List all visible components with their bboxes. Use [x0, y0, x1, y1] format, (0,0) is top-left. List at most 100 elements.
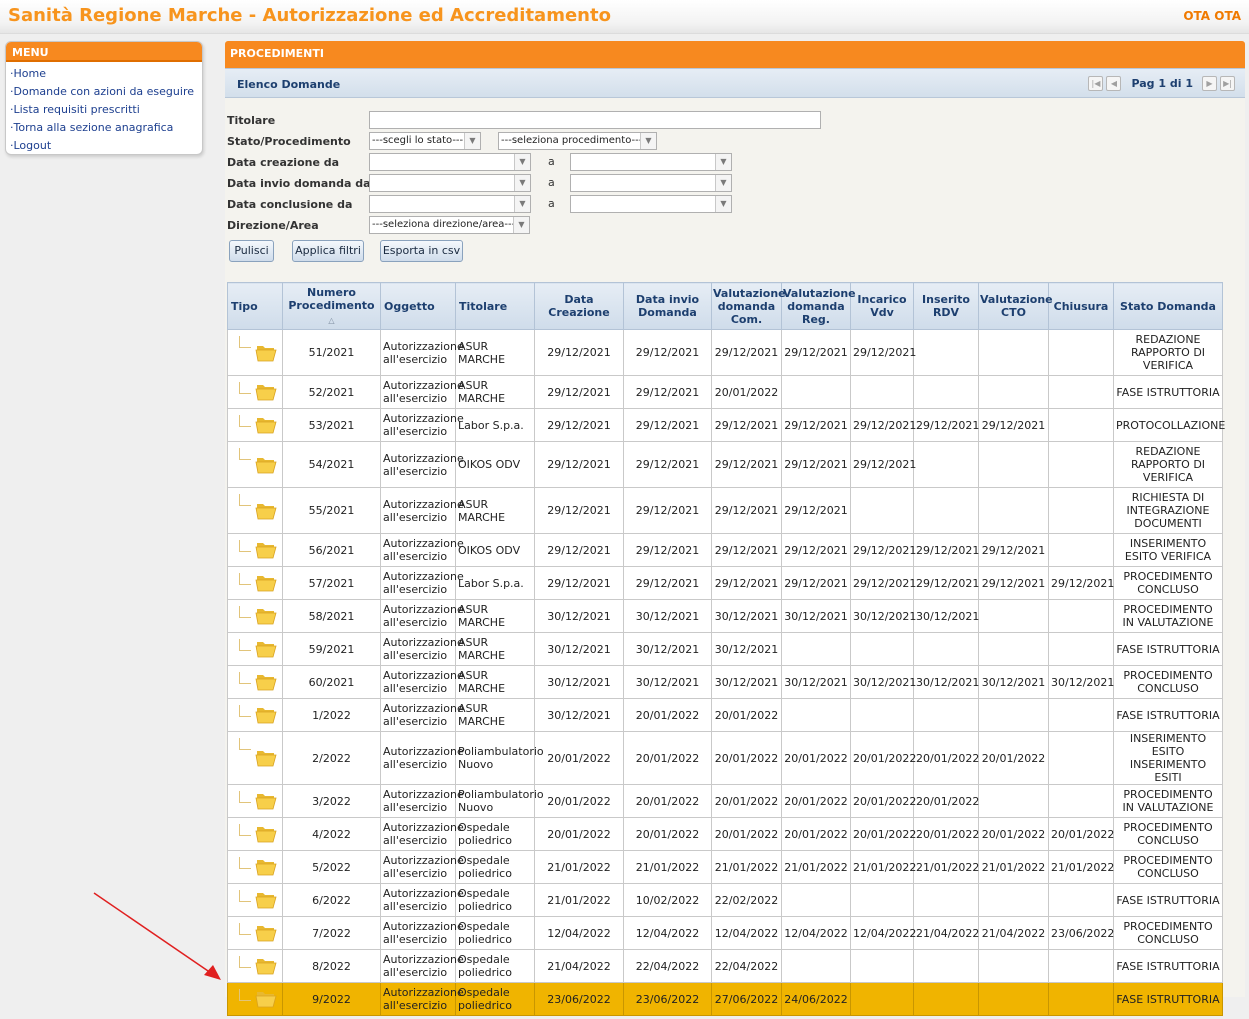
folder-icon[interactable]: [255, 747, 277, 767]
col-header-tipo[interactable]: Tipo: [227, 282, 283, 330]
next-page-icon[interactable]: ▶: [1202, 76, 1217, 91]
folder-icon[interactable]: [255, 539, 277, 559]
menu-item-domande[interactable]: ·Domande con azioni da eseguire: [10, 83, 202, 101]
cell-tipo[interactable]: [227, 784, 283, 818]
menu-item-home[interactable]: ·Home: [10, 65, 202, 83]
cell-tipo[interactable]: [227, 632, 283, 666]
table-row[interactable]: 54/2021 Autorizzazione all'esercizio OIKOS…: [227, 441, 1223, 488]
menu-item-anagrafica[interactable]: ·Torna alla sezione anagrafica: [10, 119, 202, 137]
col-header-val-com[interactable]: Valutazione domanda Com.: [711, 282, 786, 330]
menu-item-logout[interactable]: ·Logout: [10, 137, 202, 155]
table-row[interactable]: 53/2021 Autorizzazione all'esercizio Labor…: [227, 408, 1225, 442]
procedimento-select[interactable]: ---seleziona procedimento--- ▼: [498, 132, 657, 150]
direzione-select[interactable]: ---seleziona direzione/area--- ▼: [369, 216, 530, 234]
col-header-val-reg[interactable]: Valutazione domanda Reg.: [781, 282, 856, 330]
folder-icon[interactable]: [255, 638, 277, 658]
table-row[interactable]: 5/2022 Autorizzazione all'esercizio Ospeda…: [227, 850, 1223, 884]
table-row[interactable]: 57/2021 Autorizzazione all'esercizio Labor…: [227, 566, 1223, 600]
cell-tipo[interactable]: [227, 850, 283, 884]
folder-icon[interactable]: [255, 671, 277, 691]
table-row[interactable]: 59/2021 Autorizzazione all'esercizio ASUR …: [227, 632, 1223, 666]
conclusione-from-select[interactable]: ▼: [369, 195, 531, 213]
folder-icon[interactable]: [255, 922, 277, 942]
folder-icon[interactable]: [255, 414, 277, 434]
cell-tipo[interactable]: [227, 698, 283, 732]
folder-icon[interactable]: [255, 790, 277, 810]
table-row[interactable]: 9/2022 Autorizzazione all'esercizio Ospeda…: [227, 982, 1223, 1016]
col-header-titolare[interactable]: Titolare: [455, 282, 535, 330]
invio-to-select[interactable]: ▼: [570, 174, 732, 192]
table-row[interactable]: 3/2022 Autorizzazione all'esercizio Poliam…: [227, 784, 1223, 818]
table-row[interactable]: 7/2022 Autorizzazione all'esercizio Ospeda…: [227, 916, 1223, 950]
last-page-icon[interactable]: ▶|: [1220, 76, 1235, 91]
col-header-oggetto[interactable]: Oggetto: [380, 282, 456, 330]
table-row[interactable]: 51/2021 Autorizzazione all'esercizio ASUR …: [227, 329, 1223, 376]
folder-icon[interactable]: [255, 342, 277, 362]
cell-tipo[interactable]: [227, 916, 283, 950]
col-header-data-creazione[interactable]: Data Creazione: [534, 282, 624, 330]
menu-item-requisiti[interactable]: ·Lista requisiti prescritti: [10, 101, 202, 119]
folder-icon[interactable]: [255, 889, 277, 909]
folder-icon[interactable]: [255, 572, 277, 592]
folder-icon[interactable]: [255, 605, 277, 625]
table-row[interactable]: 60/2021 Autorizzazione all'esercizio ASUR …: [227, 665, 1223, 699]
menu-link-requisiti[interactable]: Lista requisiti prescritti: [14, 103, 140, 116]
table-row[interactable]: 56/2021 Autorizzazione all'esercizio OIKOS…: [227, 533, 1223, 567]
folder-icon[interactable]: [255, 454, 277, 474]
table-row[interactable]: 2/2022 Autorizzazione all'esercizio Poliam…: [227, 731, 1223, 785]
table-row[interactable]: 4/2022 Autorizzazione all'esercizio Ospeda…: [227, 817, 1223, 851]
folder-icon[interactable]: [255, 500, 277, 520]
menu-link-anagrafica[interactable]: Torna alla sezione anagrafica: [14, 121, 174, 134]
table-row[interactable]: 1/2022 Autorizzazione all'esercizio ASUR M…: [227, 698, 1223, 732]
table-row[interactable]: 6/2022 Autorizzazione all'esercizio Ospeda…: [227, 883, 1223, 917]
applica-filtri-button[interactable]: Applica filtri: [292, 240, 364, 262]
invio-from-select[interactable]: ▼: [369, 174, 531, 192]
cell-tipo[interactable]: [227, 329, 283, 376]
cell-tipo[interactable]: [227, 599, 283, 633]
col-header-rdv[interactable]: Inserito RDV: [913, 282, 979, 330]
cell-tipo[interactable]: [227, 665, 283, 699]
cell-tipo[interactable]: [227, 566, 283, 600]
menu-link-home[interactable]: Home: [14, 67, 46, 80]
col-header-incarico[interactable]: Incarico Vdv: [850, 282, 914, 330]
cell-tipo[interactable]: [227, 441, 283, 488]
titolare-input[interactable]: [369, 111, 821, 129]
menu-link-logout[interactable]: Logout: [14, 139, 52, 152]
folder-icon[interactable]: [255, 823, 277, 843]
table-row[interactable]: 55/2021 Autorizzazione all'esercizio ASUR …: [227, 487, 1223, 534]
folder-icon[interactable]: [255, 704, 277, 724]
cell-tipo[interactable]: [227, 408, 283, 442]
esporta-csv-button[interactable]: Esporta in csv: [380, 240, 463, 262]
menu-link-domande[interactable]: Domande con azioni da eseguire: [14, 85, 195, 98]
cell-val-reg: 20/01/2022: [781, 731, 851, 785]
folder-icon[interactable]: [255, 381, 277, 401]
cell-tipo[interactable]: [227, 883, 283, 917]
cell-tipo[interactable]: [227, 375, 283, 409]
cell-tipo[interactable]: [227, 731, 283, 785]
pulisci-button[interactable]: Pulisci: [229, 240, 274, 262]
col-header-chiusura[interactable]: Chiusura: [1048, 282, 1114, 330]
col-header-numero[interactable]: Numero Procedimento △: [282, 282, 381, 330]
cell-tipo[interactable]: [227, 533, 283, 567]
cell-chiusura: [1048, 533, 1114, 567]
col-header-data-invio[interactable]: Data invio Domanda: [623, 282, 712, 330]
col-header-stato[interactable]: Stato Domanda: [1113, 282, 1223, 330]
first-page-icon[interactable]: |◀: [1088, 76, 1104, 91]
cell-tipo[interactable]: [227, 949, 283, 983]
conclusione-to-select[interactable]: ▼: [570, 195, 732, 213]
table-row[interactable]: 8/2022 Autorizzazione all'esercizio Ospeda…: [227, 949, 1223, 983]
user-name[interactable]: OTA OTA: [1183, 9, 1241, 23]
table-row[interactable]: 58/2021 Autorizzazione all'esercizio ASUR …: [227, 599, 1223, 633]
cell-tipo[interactable]: [227, 487, 283, 534]
prev-page-icon[interactable]: ◀: [1106, 76, 1122, 91]
cell-tipo[interactable]: [227, 982, 283, 1016]
folder-icon[interactable]: [255, 955, 277, 975]
folder-icon[interactable]: [255, 988, 277, 1008]
stato-select[interactable]: ---scegli lo stato--- ▼: [369, 132, 481, 150]
folder-icon[interactable]: [255, 856, 277, 876]
table-row[interactable]: 52/2021 Autorizzazione all'esercizio ASUR …: [227, 375, 1223, 409]
creazione-to-select[interactable]: ▼: [570, 153, 732, 171]
creazione-from-select[interactable]: ▼: [369, 153, 531, 171]
col-header-cto[interactable]: Valutazione CTO: [978, 282, 1053, 330]
cell-tipo[interactable]: [227, 817, 283, 851]
